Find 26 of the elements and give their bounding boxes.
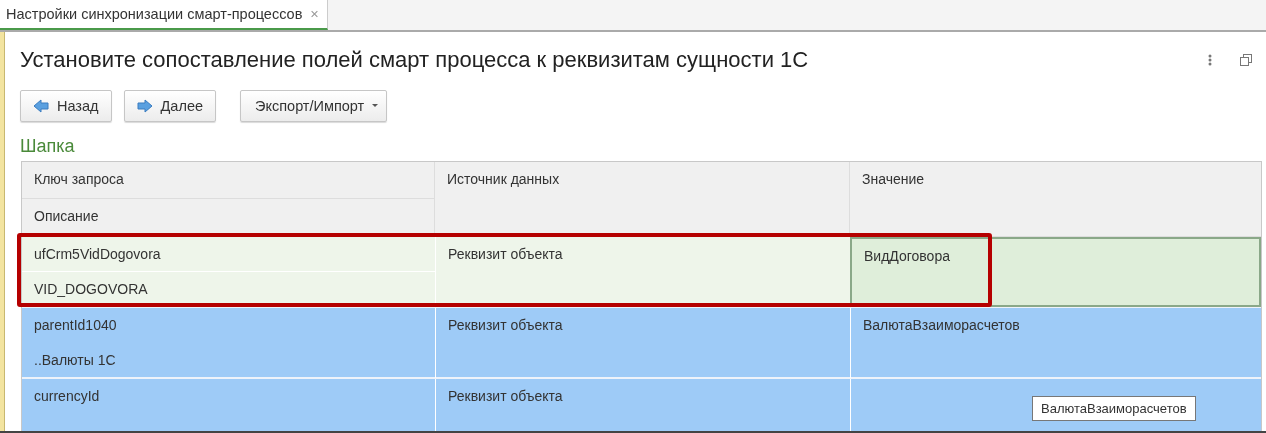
column-header[interactable]: Ключ запроса xyxy=(22,162,434,199)
page-title: Установите сопоставление полей смарт процесса к реквизитам сущности 1С xyxy=(20,47,809,73)
table-cell-text: parentId1040 xyxy=(33,316,118,335)
back-button[interactable]: Назад xyxy=(20,90,112,122)
tooltip: ВалютаВзаиморасчетов xyxy=(1032,396,1196,421)
table-cell: ВалютаВзаиморасчетов xyxy=(850,308,1261,378)
column-header[interactable]: Источник данных xyxy=(435,162,850,236)
tab[interactable]: Настройки синхронизации смарт-процессов × xyxy=(0,0,328,30)
table-cell: Реквизит объекта xyxy=(435,379,850,431)
menu-button[interactable]: Экспорт/Импорт xyxy=(240,90,388,122)
table-row[interactable]: parentId1040 ..Валюты 1С Реквизит объекта ВалютаВзаиморасчетов xyxy=(22,308,1261,379)
caret-icon xyxy=(372,104,379,108)
table-cell-text: currencyId xyxy=(33,387,101,406)
column-header[interactable]: Описание xyxy=(22,199,434,236)
table-cell-text: ..Валюты 1С xyxy=(33,351,117,370)
more-icon[interactable] xyxy=(1208,54,1212,66)
column-header[interactable]: Значение xyxy=(850,162,1261,236)
next-button[interactable]: Далее xyxy=(123,90,217,122)
table-cell: ВидДоговора xyxy=(850,237,1261,307)
table-cell: ufCrm5VidDogovora xyxy=(22,237,435,272)
restore-icon[interactable] xyxy=(1240,54,1252,66)
table-cell: Реквизит объекта xyxy=(435,308,850,378)
arrow-right-icon xyxy=(136,99,153,113)
section-title: Шапка xyxy=(20,136,76,157)
table-cell-text: VID_DOGOVORA xyxy=(33,280,149,299)
arrow-left-icon xyxy=(33,99,49,113)
